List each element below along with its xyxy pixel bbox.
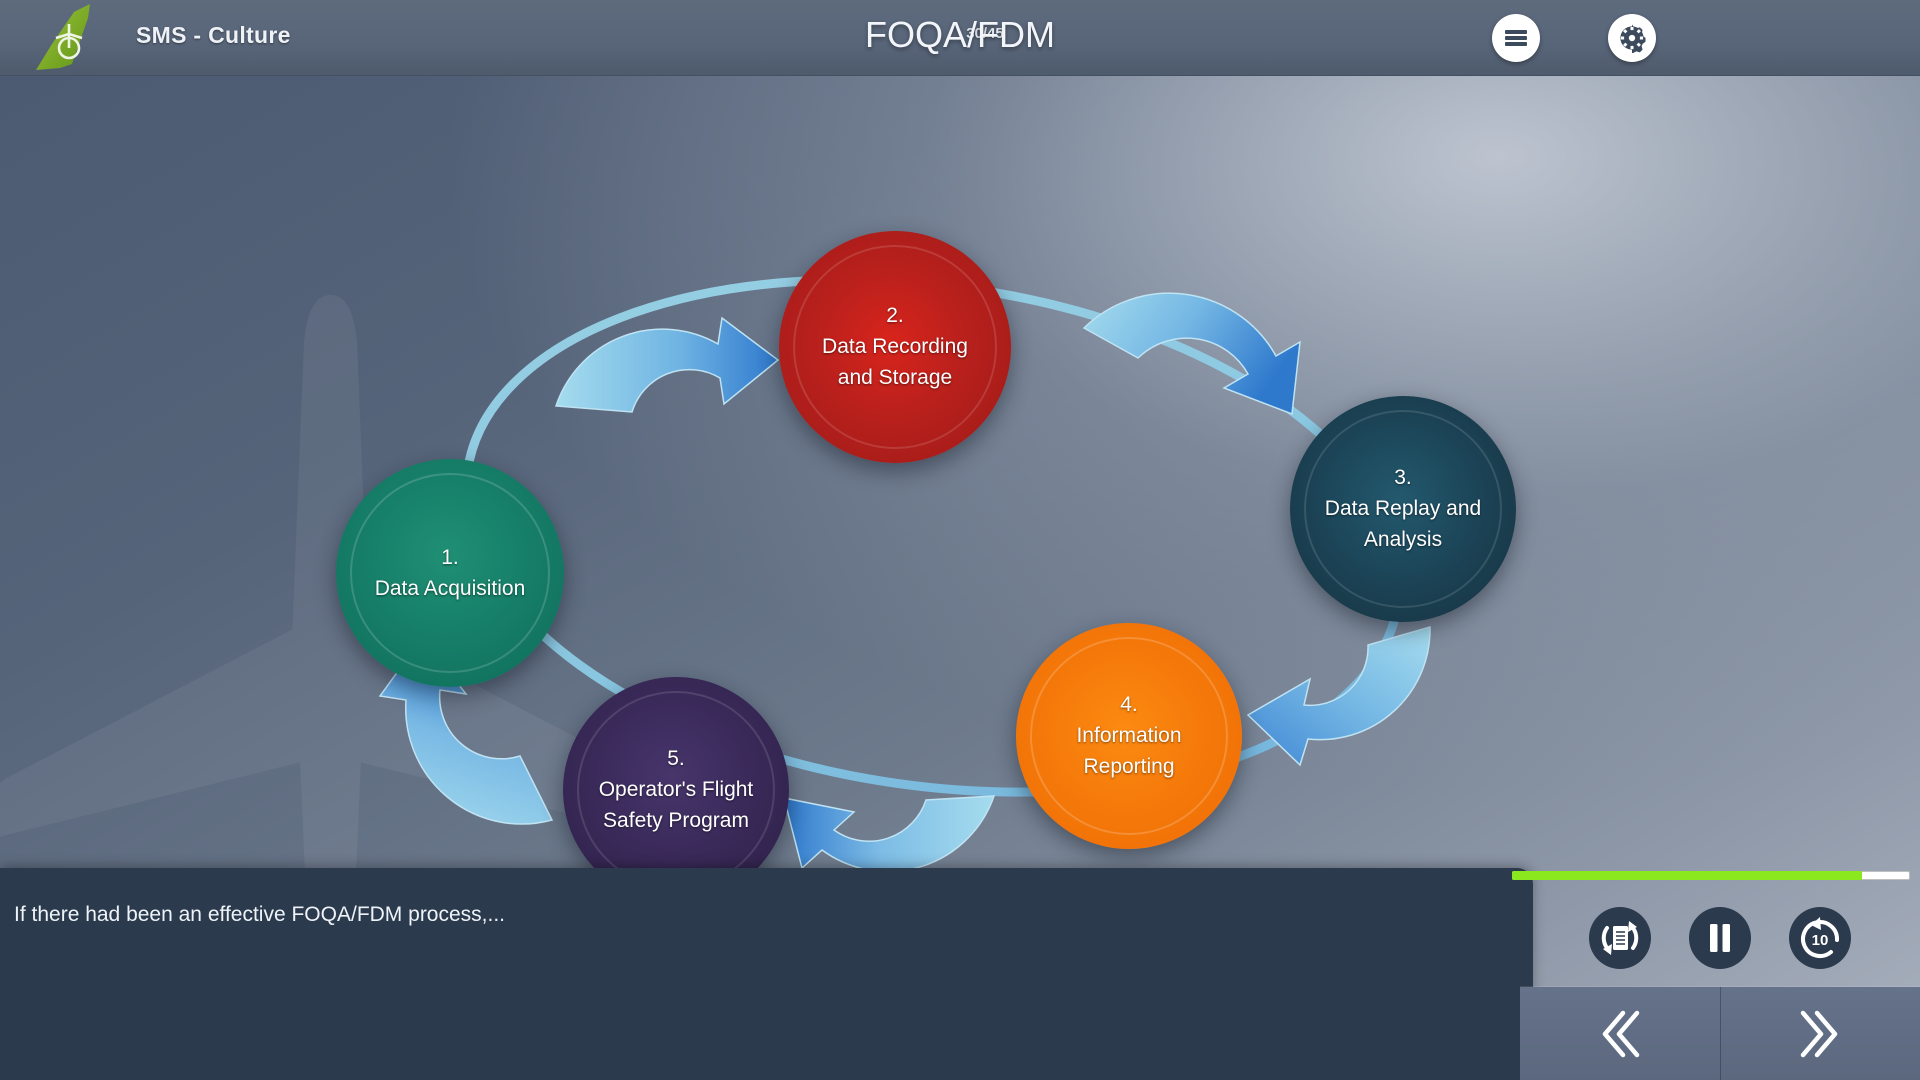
presentation-player: SMS - Culture 30/45 FOQA/FDM 1. Data Acq… — [0, 0, 1920, 1080]
cycle-node-4[interactable]: 4. Information Reporting — [1016, 623, 1242, 849]
node-number: 3. — [1394, 466, 1412, 489]
rewind-10-icon: 10 — [1789, 907, 1851, 969]
cycle-node-3[interactable]: 3. Data Replay and Analysis — [1290, 396, 1516, 622]
node-label-line: and Storage — [837, 366, 953, 389]
caption-panel: If there had been an effective FOQA/FDM … — [0, 868, 1533, 1080]
app-header: SMS - Culture 30/45 FOQA/FDM — [0, 0, 1920, 76]
hamburger-menu-icon — [1505, 30, 1527, 46]
player-panel: 10 — [1512, 868, 1920, 1080]
chevron-double-left-icon — [1602, 1010, 1639, 1057]
slide-navigation — [1520, 986, 1920, 1080]
node-label-line: Analysis — [1363, 528, 1443, 551]
arrow-4-to-5 — [782, 795, 996, 873]
rewind-10-button[interactable]: 10 — [1789, 907, 1851, 969]
previous-slide-button[interactable] — [1520, 987, 1721, 1080]
settings-button[interactable] — [1608, 14, 1656, 62]
replay-document-icon — [1589, 907, 1651, 969]
node-number: 1. — [441, 545, 459, 569]
airline-tailfin-logo — [28, 0, 120, 76]
replay-document-button[interactable] — [1589, 907, 1651, 969]
gear-icon — [1620, 24, 1646, 53]
node-number: 5. — [667, 747, 685, 770]
node-label-line: Reporting — [1083, 755, 1175, 778]
cycle-node-2[interactable]: 2. Data Recording and Storage — [779, 231, 1011, 463]
node-number: 2. — [886, 304, 904, 327]
node-label-line: Information — [1076, 724, 1182, 747]
chevron-double-right-icon — [1801, 1010, 1838, 1057]
pause-button[interactable] — [1689, 907, 1751, 969]
caption-text: If there had been an effective FOQA/FDM … — [14, 903, 506, 926]
node-label-line: Data Recording — [822, 335, 968, 358]
cycle-node-1[interactable]: 1. Data Acquisition — [336, 459, 564, 687]
playback-controls: 10 — [1520, 890, 1920, 986]
menu-button[interactable] — [1492, 14, 1540, 62]
brand-title: SMS - Culture — [136, 22, 291, 48]
slide-counter: 30/45 — [966, 25, 1004, 42]
rewind-seconds-label: 10 — [1812, 932, 1829, 949]
progress-bar-fill — [1512, 871, 1863, 880]
node-label-line: Data Replay and — [1324, 497, 1482, 520]
node-label-line: Data Acquisition — [374, 576, 526, 600]
progress-bar[interactable] — [1512, 871, 1910, 880]
next-slide-button[interactable] — [1720, 987, 1920, 1080]
node-label-line: Operator's Flight — [598, 778, 754, 801]
node-number: 4. — [1120, 693, 1138, 716]
pause-icon — [1689, 907, 1751, 969]
node-label-line: Safety Program — [603, 809, 749, 832]
